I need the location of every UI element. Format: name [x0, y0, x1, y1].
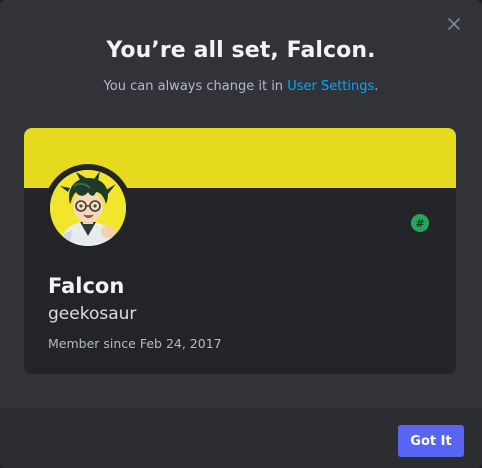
- user-settings-link[interactable]: User Settings: [287, 79, 374, 94]
- avatar-frame: [44, 164, 132, 252]
- profile-username: geekosaur: [48, 304, 137, 324]
- subtitle-text: You can always change it in: [103, 79, 288, 94]
- close-button[interactable]: [444, 14, 464, 34]
- dialog-subtitle: You can always change it in User Setting…: [0, 79, 482, 94]
- hashtag-badge: #: [411, 214, 429, 232]
- avatar: [50, 170, 126, 246]
- member-since-text: Member since Feb 24, 2017: [48, 336, 222, 351]
- got-it-button[interactable]: Got It: [398, 425, 464, 457]
- subtitle-period: .: [374, 79, 379, 94]
- dialog-footer: Got It: [0, 408, 482, 468]
- onboarding-complete-dialog: You’re all set, Falcon. You can always c…: [0, 0, 482, 468]
- close-icon: [448, 18, 460, 30]
- profile-display-name: Falcon: [48, 274, 125, 298]
- dialog-title: You’re all set, Falcon.: [106, 38, 376, 63]
- profile-card: # Falcon geekosaur Member since Feb 24, …: [24, 128, 456, 374]
- anime-character-avatar-icon: [50, 170, 126, 246]
- hashtag-icon: #: [415, 216, 425, 230]
